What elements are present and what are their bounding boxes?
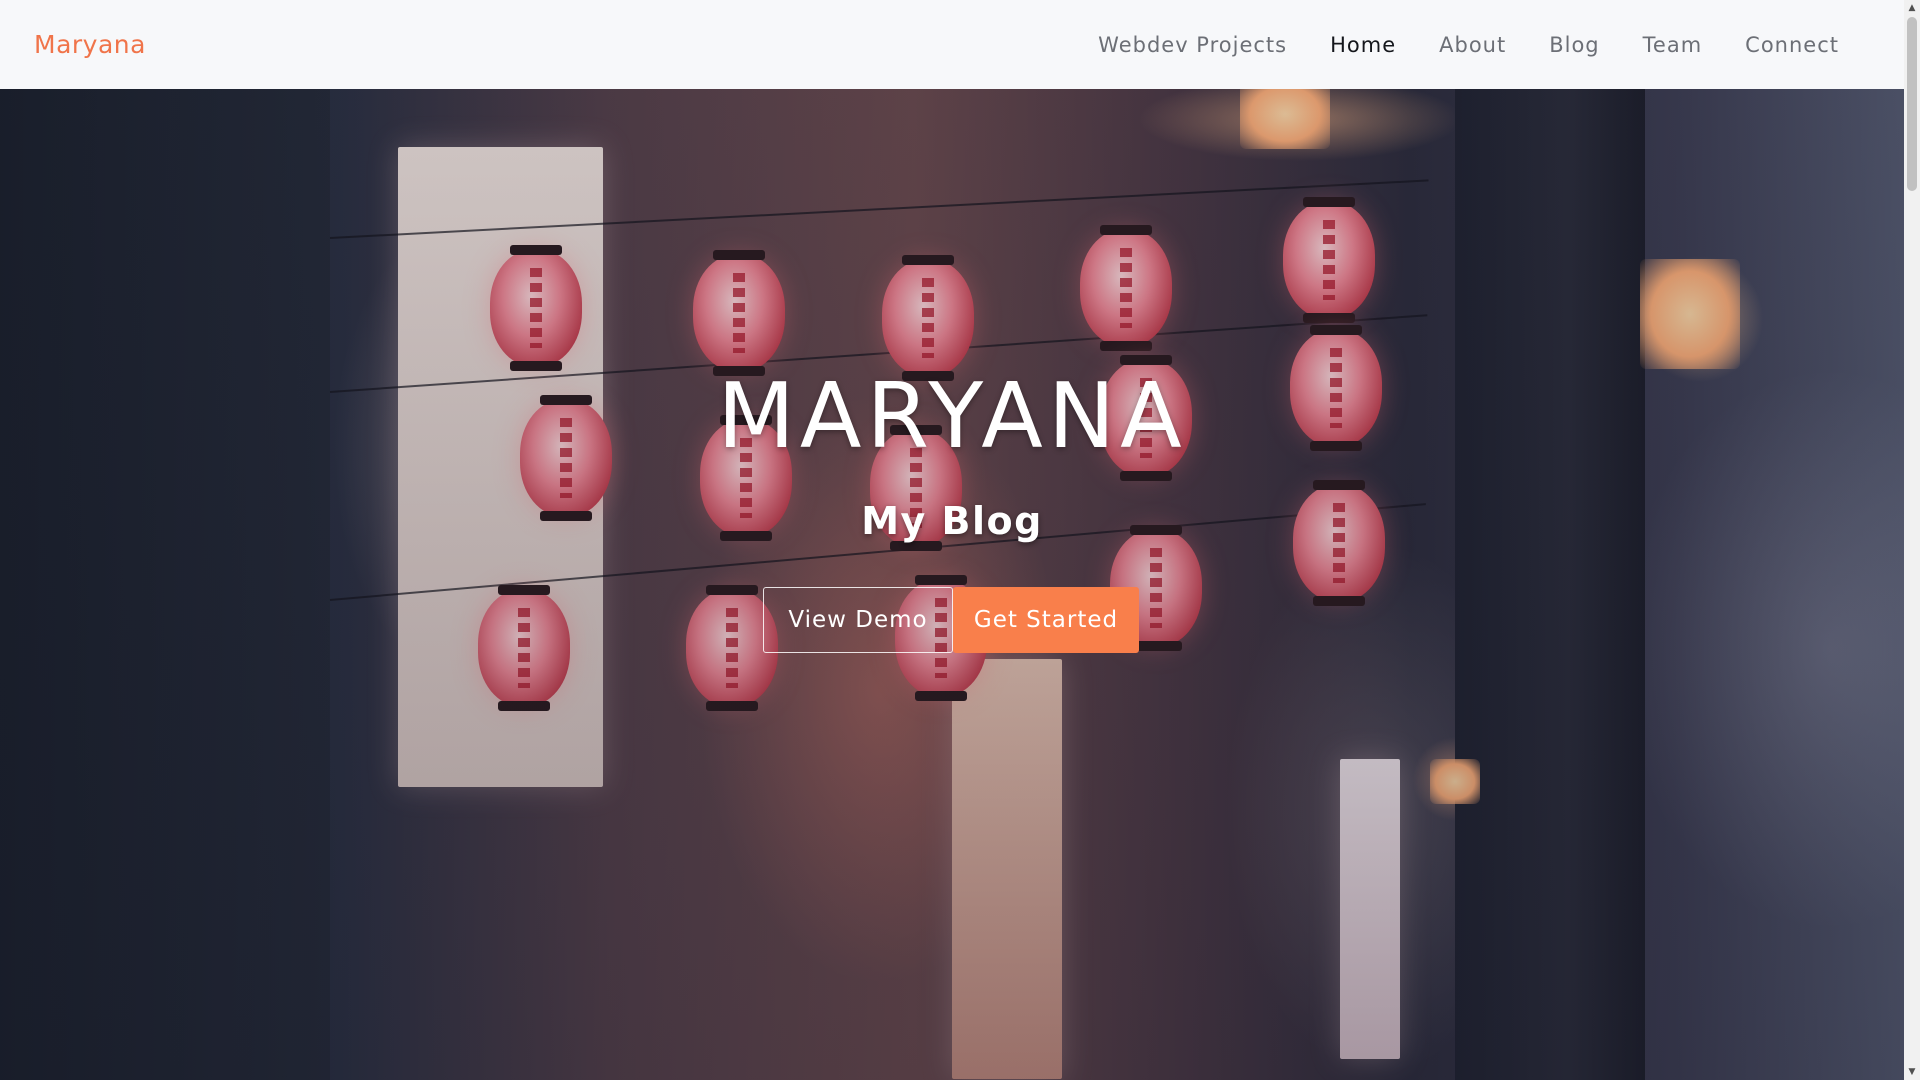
page-scrollbar[interactable]: ▲ ▼: [1904, 0, 1920, 1080]
nav-link-webdev-projects[interactable]: Webdev Projects: [1098, 33, 1287, 57]
scroll-down-arrow-icon[interactable]: ▼: [1904, 1064, 1920, 1080]
scrollbar-thumb[interactable]: [1907, 17, 1917, 191]
nav-link-home[interactable]: Home: [1330, 33, 1396, 57]
scroll-up-arrow-icon[interactable]: ▲: [1904, 0, 1920, 16]
nav-link-blog[interactable]: Blog: [1549, 33, 1599, 57]
nav-link-team[interactable]: Team: [1643, 33, 1703, 57]
view-demo-button[interactable]: View Demo: [763, 587, 953, 653]
hero-content: MARYANA My Blog View Demo Get Started: [0, 89, 1904, 1080]
hero-title: MARYANA: [717, 364, 1187, 469]
top-navbar: Maryana Webdev Projects Home About Blog …: [0, 0, 1904, 89]
hero-subtitle: My Blog: [861, 499, 1043, 543]
brand-logo-link[interactable]: Maryana: [34, 30, 146, 59]
nav-links: Webdev Projects Home About Blog Team Con…: [1055, 33, 1839, 57]
nav-link-connect[interactable]: Connect: [1745, 33, 1839, 57]
get-started-button[interactable]: Get Started: [953, 587, 1139, 653]
nav-link-about[interactable]: About: [1439, 33, 1506, 57]
